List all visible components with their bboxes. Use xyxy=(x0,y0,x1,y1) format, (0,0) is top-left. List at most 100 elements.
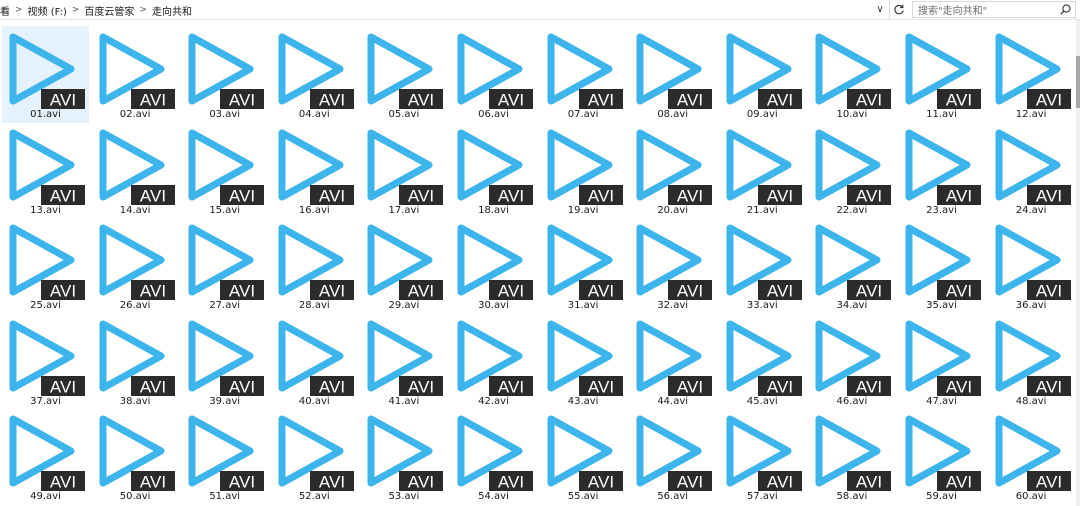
file-item[interactable]: AVI 07.avi xyxy=(540,26,627,123)
file-item[interactable]: AVI 19.avi xyxy=(540,122,627,219)
file-item[interactable]: AVI 03.avi xyxy=(181,26,268,123)
file-item[interactable]: AVI 12.avi xyxy=(988,26,1075,123)
file-item[interactable]: AVI 17.avi xyxy=(360,122,447,219)
file-item[interactable]: AVI 59.avi xyxy=(898,408,985,505)
avi-video-icon: AVI xyxy=(99,224,175,300)
file-item[interactable]: AVI 29.avi xyxy=(360,217,447,314)
file-item[interactable]: AVI 51.avi xyxy=(181,408,268,505)
avi-video-icon: AVI xyxy=(278,129,354,205)
chevron-right-icon[interactable]: > xyxy=(137,5,149,15)
file-name: 24.avi xyxy=(1015,204,1047,216)
file-item[interactable]: AVI 48.avi xyxy=(988,313,1075,410)
scrollbar-thumb[interactable] xyxy=(1076,56,1080,108)
file-item[interactable]: AVI 52.avi xyxy=(271,408,358,505)
file-item[interactable]: AVI 21.avi xyxy=(719,122,806,219)
file-name: 57.avi xyxy=(746,491,778,502)
file-item[interactable]: AVI 60.avi xyxy=(988,408,1075,505)
search-icon[interactable] xyxy=(1059,3,1072,16)
file-item[interactable]: AVI 28.avi xyxy=(271,217,358,314)
file-name: 27.avi xyxy=(209,300,241,311)
file-item[interactable]: AVI 44.avi xyxy=(629,313,716,410)
avi-badge-text: AVI xyxy=(140,377,166,396)
file-item[interactable]: AVI 02.avi xyxy=(92,26,179,123)
file-item[interactable]: AVI 24.avi xyxy=(988,122,1075,219)
file-item[interactable]: AVI 50.avi xyxy=(92,408,179,505)
file-item[interactable]: AVI 16.avi xyxy=(271,122,358,219)
avi-badge-text: AVI xyxy=(140,91,166,110)
file-item[interactable]: AVI 43.avi xyxy=(540,313,627,410)
file-item[interactable]: AVI 11.avi xyxy=(898,26,985,123)
file-item[interactable]: AVI 35.avi xyxy=(898,217,985,314)
file-item[interactable]: AVI 54.avi xyxy=(450,408,537,505)
file-item[interactable]: AVI 18.avi xyxy=(450,122,537,219)
file-item[interactable]: AVI 22.avi xyxy=(808,122,895,219)
search-placeholder: 搜索"走向共和" xyxy=(918,6,988,17)
breadcrumb-item-folder[interactable]: 百度云管家 xyxy=(81,3,137,18)
file-name: 35.avi xyxy=(926,300,957,311)
avi-video-icon: AVI xyxy=(905,129,981,205)
file-item[interactable]: AVI 33.avi xyxy=(719,217,806,314)
file-item[interactable]: AVI 47.avi xyxy=(898,313,985,410)
file-item[interactable]: AVI 26.avi xyxy=(92,217,179,314)
file-item[interactable]: AVI 04.avi xyxy=(271,26,358,123)
file-item[interactable]: AVI 39.avi xyxy=(181,313,268,410)
avi-badge-text: AVI xyxy=(946,186,972,205)
avi-video-icon: AVI xyxy=(278,320,354,396)
file-item[interactable]: AVI 37.avi xyxy=(2,313,89,410)
avi-badge-text: AVI xyxy=(50,186,76,205)
chevron-right-icon[interactable]: > xyxy=(13,5,25,15)
file-item[interactable]: AVI 25.avi xyxy=(2,217,89,314)
file-name: 02.avi xyxy=(119,109,151,120)
file-item[interactable]: AVI 01.avi xyxy=(2,26,89,123)
file-item[interactable]: AVI 32.avi xyxy=(629,217,716,314)
breadcrumb-partial-item[interactable]: 看 xyxy=(0,3,13,18)
vertical-scrollbar[interactable] xyxy=(1076,20,1080,506)
chevron-right-icon[interactable]: > xyxy=(70,5,82,15)
file-item[interactable]: AVI 31.avi xyxy=(540,217,627,314)
file-item[interactable]: AVI 41.avi xyxy=(360,313,447,410)
file-item[interactable]: AVI 06.avi xyxy=(450,26,537,123)
file-item[interactable]: AVI 14.avi xyxy=(92,122,179,219)
avi-video-icon: AVI xyxy=(995,415,1071,491)
file-item[interactable]: AVI 23.avi xyxy=(898,122,985,219)
avi-badge-text: AVI xyxy=(588,91,614,110)
avi-badge-text: AVI xyxy=(856,186,882,205)
avi-video-icon: AVI xyxy=(905,415,981,491)
search-input[interactable]: 搜索"走向共和" xyxy=(912,1,1076,18)
breadcrumb-item-drive[interactable]: 视频 (F:) xyxy=(25,3,70,18)
file-item[interactable]: AVI 45.avi xyxy=(719,313,806,410)
breadcrumb-item-current[interactable]: 走向共和 xyxy=(149,3,195,18)
file-name: 55.avi xyxy=(567,491,599,502)
file-item[interactable]: AVI 05.avi xyxy=(360,26,447,123)
file-item[interactable]: AVI 46.avi xyxy=(808,313,895,410)
file-item[interactable]: AVI 56.avi xyxy=(629,408,716,505)
file-item[interactable]: AVI 42.avi xyxy=(450,313,537,410)
avi-badge-text: AVI xyxy=(677,282,703,301)
avi-video-icon: AVI xyxy=(726,33,802,109)
file-item[interactable]: AVI 10.avi xyxy=(808,26,895,123)
address-bar[interactable]: 看 > 视频 (F:) > 百度云管家 > 走向共和 ∨ xyxy=(0,0,890,19)
file-item[interactable]: AVI 15.avi xyxy=(181,122,268,219)
file-item[interactable]: AVI 08.avi xyxy=(629,26,716,123)
avi-badge-text: AVI xyxy=(677,91,703,110)
file-item[interactable]: AVI 55.avi xyxy=(540,408,627,505)
file-item[interactable]: AVI 34.avi xyxy=(808,217,895,314)
file-item[interactable]: AVI 38.avi xyxy=(92,313,179,410)
avi-video-icon: AVI xyxy=(99,33,175,110)
refresh-button[interactable] xyxy=(890,1,908,18)
file-item[interactable]: AVI 30.avi xyxy=(450,217,537,314)
file-item[interactable]: AVI 20.avi xyxy=(629,122,716,219)
avi-badge-text: AVI xyxy=(1036,282,1062,301)
file-item[interactable]: AVI 09.avi xyxy=(719,26,806,123)
file-item[interactable]: AVI 57.avi xyxy=(719,408,806,505)
file-name: 49.avi xyxy=(30,491,61,502)
file-item[interactable]: AVI 53.avi xyxy=(360,408,447,505)
file-item[interactable]: AVI 49.avi xyxy=(2,408,89,505)
file-item[interactable]: AVI 36.avi xyxy=(988,217,1075,314)
file-name: 38.avi xyxy=(119,395,151,407)
file-item[interactable]: AVI 13.avi xyxy=(2,122,89,219)
file-item[interactable]: AVI 58.avi xyxy=(808,408,895,505)
address-history-chevron-down-icon[interactable]: ∨ xyxy=(872,1,888,18)
file-item[interactable]: AVI 27.avi xyxy=(181,217,268,314)
file-item[interactable]: AVI 40.avi xyxy=(271,313,358,410)
